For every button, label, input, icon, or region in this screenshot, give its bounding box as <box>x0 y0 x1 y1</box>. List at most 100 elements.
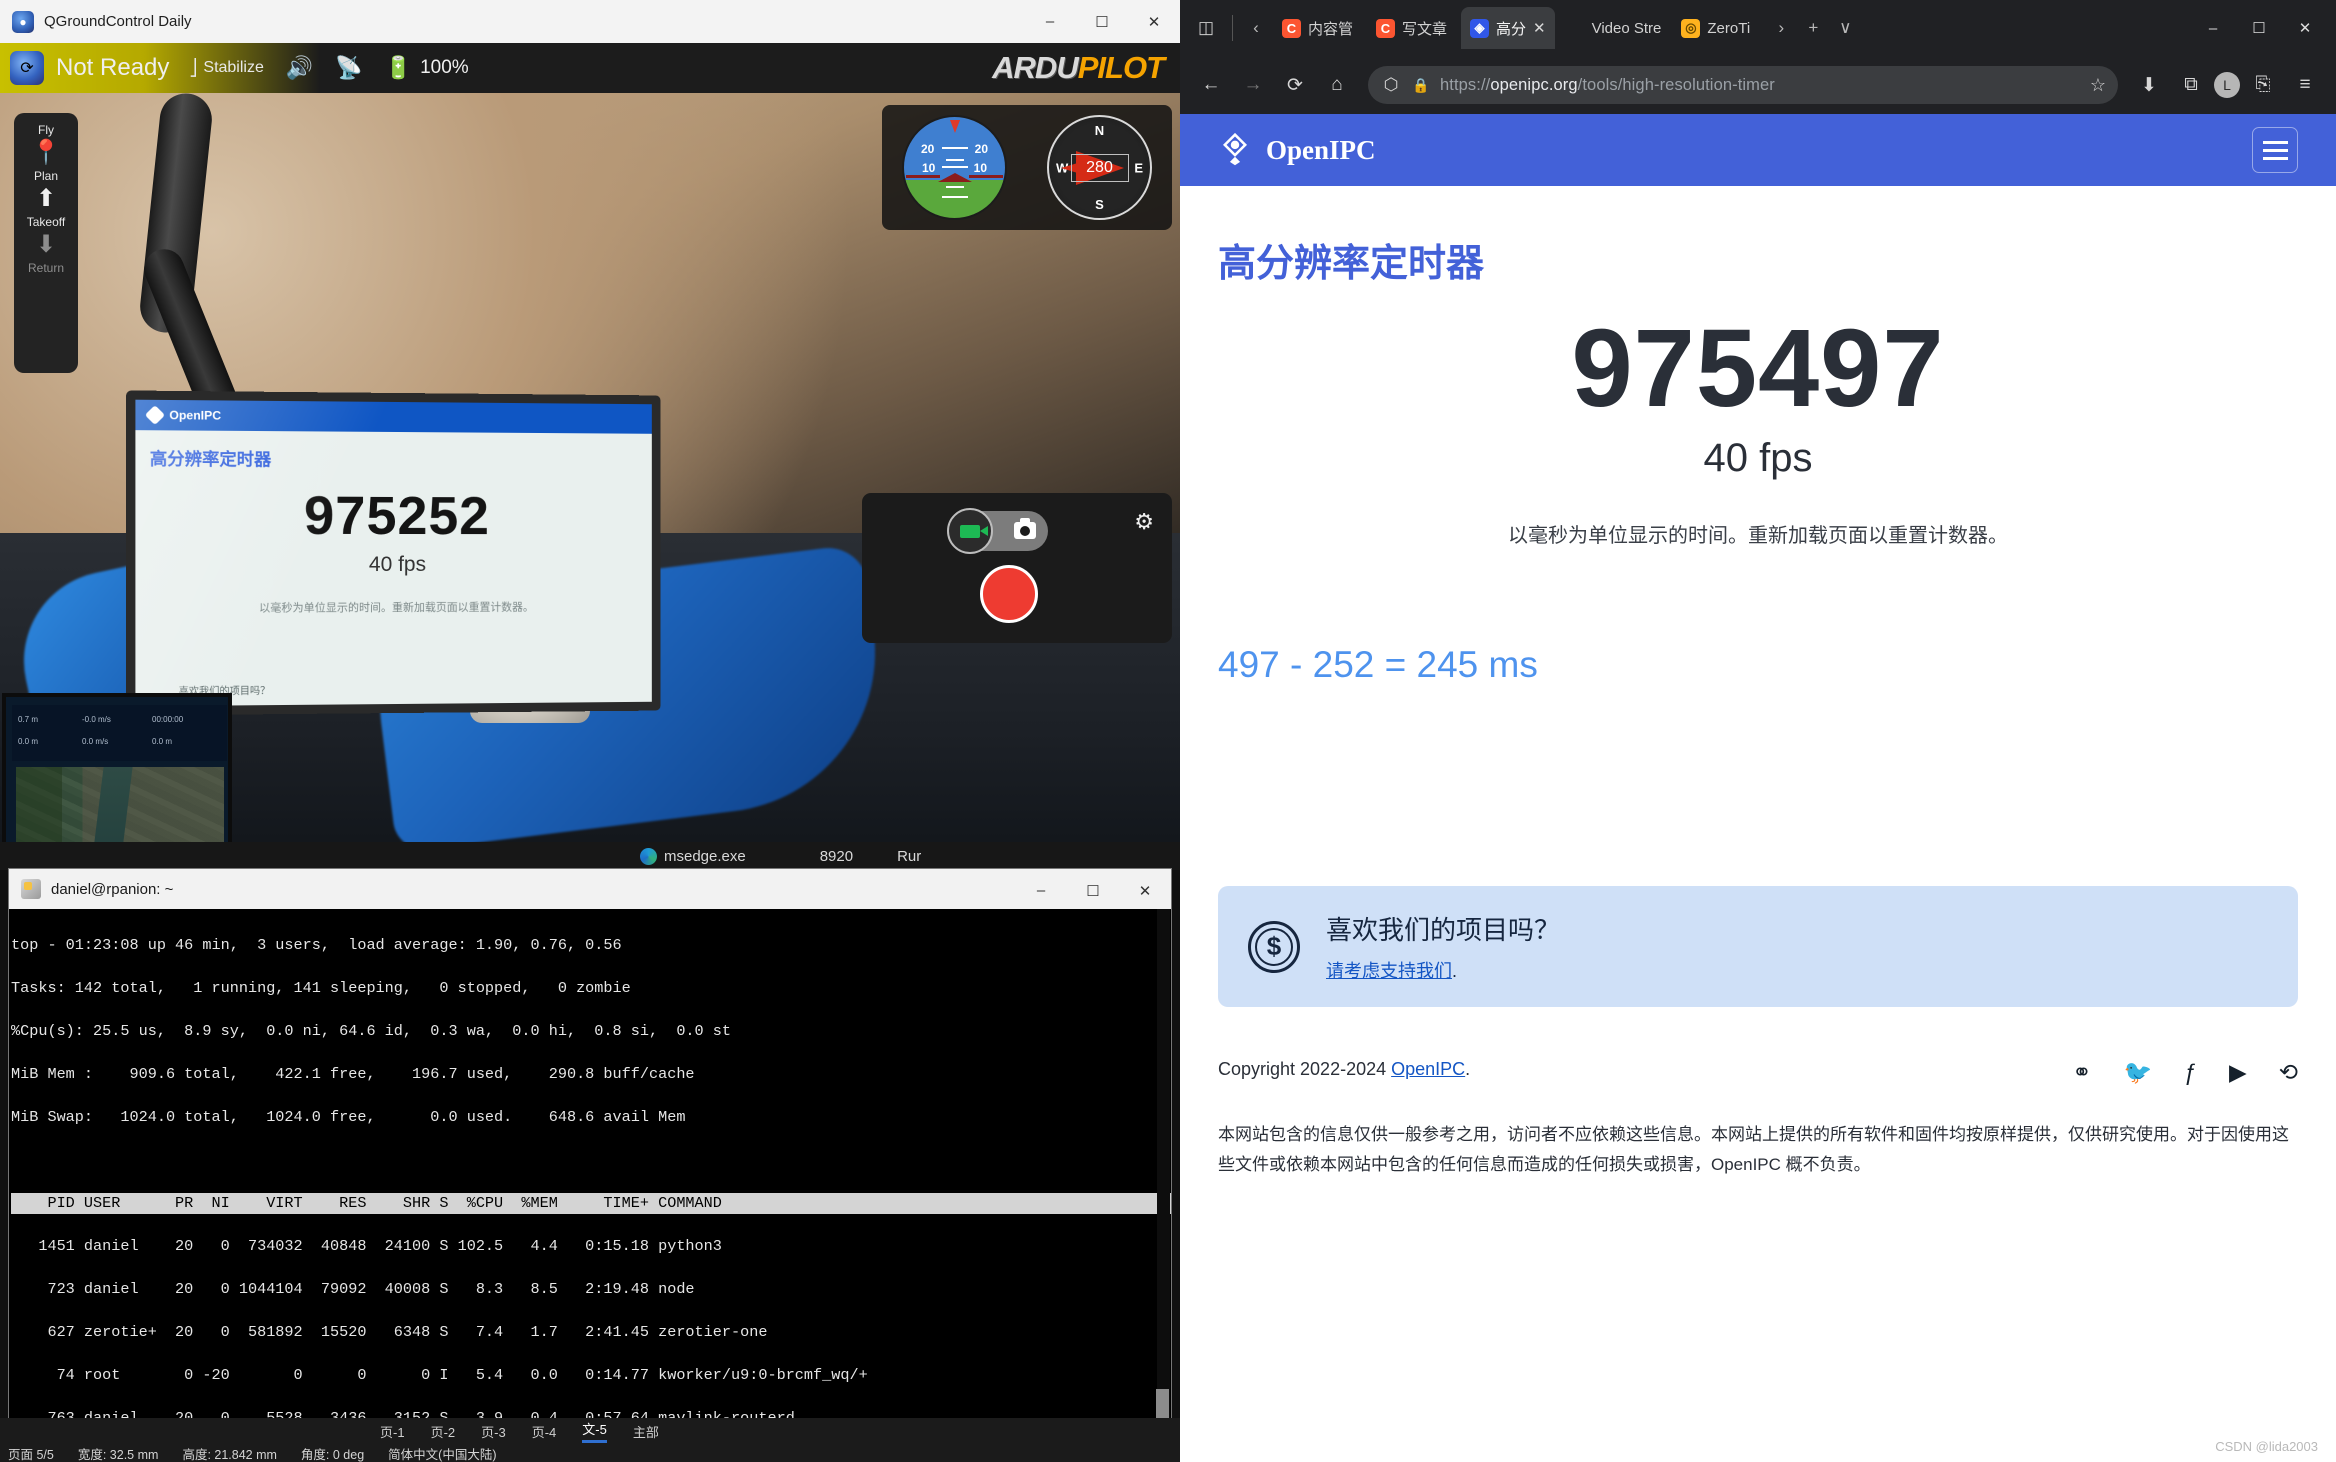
page-tab-main[interactable]: 主部 <box>633 1422 659 1441</box>
qgc-logo-icon[interactable]: ⟳ <box>10 51 44 85</box>
document-page-tabs: 页-1 页-2 页-3 页-4 文-5 主部 <box>0 1418 1180 1444</box>
home-icon[interactable]: ⌂ <box>1318 66 1356 104</box>
gear-icon[interactable]: ⚙ <box>1134 509 1154 535</box>
tab-video-stream[interactable]: Video Stre <box>1557 7 1671 49</box>
flight-mode-icon: ⎦ <box>189 60 198 77</box>
video-feed[interactable]: OpenIPC 高分辨率定时器 975252 40 fps 以毫秒为单位显示的时… <box>0 93 1180 863</box>
chevron-down-icon[interactable]: ∨ <box>1830 13 1860 43</box>
qgroundcontrol-window: ● QGroundControl Daily – ☐ ✕ ⟳ Not Ready… <box>0 0 1180 1462</box>
lock-icon[interactable]: 🔒 <box>1411 66 1431 104</box>
page-tab-2[interactable]: 页-2 <box>431 1422 456 1441</box>
telemetry-signal-icon[interactable]: 🔊 <box>286 57 313 79</box>
plan-button-label[interactable]: Plan <box>14 169 78 183</box>
filmed-page-heading: 高分辨率定时器 <box>149 449 272 470</box>
terminal-close-button[interactable]: ✕ <box>1119 869 1171 912</box>
workspaces-icon[interactable]: ◫ <box>1188 10 1224 46</box>
filmed-hud-line4: 0.0 m <box>18 737 39 746</box>
photo-camera-icon[interactable] <box>1014 518 1036 539</box>
page-tab-1[interactable]: 页-1 <box>380 1422 405 1441</box>
browser-minimize-button[interactable]: – <box>2190 7 2236 49</box>
terminal-maximize-button[interactable]: ☐ <box>1067 869 1119 912</box>
hamburger-icon[interactable] <box>2252 127 2298 173</box>
forward-icon[interactable]: → <box>1234 66 1272 104</box>
compass-heading-value: 280 <box>1070 153 1129 182</box>
fly-button-label[interactable]: Fly <box>14 123 78 137</box>
route-icon[interactable]: 📍 <box>14 139 78 167</box>
filmed-hud-line6: 0.0 m <box>152 737 173 746</box>
browser-tab-strip: ◫ ‹ C 内容管 C 写文章 ◈ 高分 ✕ Video Stre ◎ Zero… <box>1180 0 2336 56</box>
new-tab-button[interactable]: + <box>1798 13 1828 43</box>
qgc-close-button[interactable]: ✕ <box>1128 0 1180 43</box>
extensions-icon[interactable]: ⎘ <box>2244 66 2282 104</box>
page-tab-5[interactable]: 文-5 <box>582 1419 607 1443</box>
adi-label-10-right: 10 <box>973 161 987 176</box>
record-button[interactable] <box>980 565 1038 623</box>
tab-content-manager[interactable]: C 内容管 <box>1273 7 1365 49</box>
tab-write-article[interactable]: C 写文章 <box>1367 7 1459 49</box>
return-button-label[interactable]: Return <box>14 261 78 275</box>
terminal-minimize-button[interactable]: – <box>1015 869 1067 912</box>
openipc-brand-text: OpenIPC <box>1266 134 1376 165</box>
refresh-icon[interactable]: ⟳ <box>1276 66 1314 104</box>
video-mode-knob[interactable] <box>947 508 993 554</box>
telegram-icon[interactable]: ⟲ <box>2279 1059 2298 1086</box>
gps-disconnected-icon[interactable]: 📡 <box>335 57 362 79</box>
browser-close-button[interactable]: ✕ <box>2282 7 2328 49</box>
takeoff-icon[interactable]: ⬆ <box>14 185 78 213</box>
collections-icon[interactable]: ⧉ <box>2172 66 2210 104</box>
qgc-maximize-button[interactable]: ☐ <box>1076 0 1128 43</box>
profile-avatar[interactable]: L <box>2214 72 2240 98</box>
table-row: 627 zerotie+ 20 0 581892 15520 6348 S 7.… <box>11 1322 768 1341</box>
flight-action-strip: Fly 📍 Plan ⬆ Takeoff ⬇ Return <box>14 113 78 373</box>
document-status-bar: 页面 5/5 宽度: 32.5 mm 高度: 21.842 mm 角度: 0 d… <box>0 1444 1180 1462</box>
edge-browser-window: ◫ ‹ C 内容管 C 写文章 ◈ 高分 ✕ Video Stre ◎ Zero… <box>1180 0 2336 1462</box>
flight-mode-selector[interactable]: ⎦ Stabilize <box>189 58 263 78</box>
adi-roll-pointer <box>949 120 960 133</box>
github-icon[interactable]: ⚭ <box>2072 1059 2091 1086</box>
browser-window-controls: – ☐ ✕ <box>2190 7 2328 49</box>
csdn-icon: C <box>1282 18 1301 38</box>
camera-mode-toggle[interactable] <box>947 508 1048 554</box>
filmed-fps-value: 40 fps <box>368 553 427 577</box>
terminal-scrollbar[interactable] <box>1156 909 1170 1451</box>
adi-label-10-left: 10 <box>922 161 936 176</box>
battery-icon[interactable]: 🔋 <box>385 57 412 79</box>
terminal-window-title: daniel@rpanion: ~ <box>51 880 174 898</box>
attitude-indicator[interactable]: 20 20 10 10 <box>902 115 1007 220</box>
page-tab-4[interactable]: 页-4 <box>532 1422 557 1441</box>
terminal-output[interactable]: top - 01:23:08 up 46 min, 3 users, load … <box>9 909 1171 1441</box>
table-row: 723 daniel 20 0 1044104 79092 40008 S 8.… <box>11 1279 695 1298</box>
page-tab-3[interactable]: 页-3 <box>481 1422 506 1441</box>
back-icon[interactable]: ← <box>1192 66 1230 104</box>
tab-label: Video Stre <box>1591 19 1662 37</box>
address-bar[interactable]: ⬡ 🔒 https://openipc.org/tools/high-resol… <box>1368 66 2118 104</box>
tab-high-resolution-timer[interactable]: ◈ 高分 ✕ <box>1461 7 1555 49</box>
facebook-icon[interactable]: ƒ <box>2184 1059 2197 1086</box>
top-tasks-line: Tasks: 142 total, 1 running, 141 sleepin… <box>11 978 631 997</box>
top-mem-line: MiB Mem : 909.6 total, 422.1 free, 196.7… <box>11 1064 695 1083</box>
copyright-suffix: . <box>1465 1059 1471 1079</box>
favorite-star-icon[interactable]: ☆ <box>2090 75 2106 96</box>
tab-scroll-right-button[interactable]: › <box>1766 13 1796 43</box>
compass-indicator[interactable]: N S E W 280 <box>1047 115 1152 220</box>
qgc-minimize-button[interactable]: – <box>1024 0 1076 43</box>
donate-callout: $ 喜欢我们的项目吗？ 请考虑支持我们. <box>1218 886 2298 1007</box>
donate-link[interactable]: 请考虑支持我们 <box>1326 961 1452 981</box>
tab-scroll-left-button[interactable]: ‹ <box>1241 13 1271 43</box>
takeoff-button-label[interactable]: Takeoff <box>14 215 78 229</box>
settings-menu-icon[interactable]: ≡ <box>2286 66 2324 104</box>
return-icon[interactable]: ⬇ <box>14 231 78 259</box>
youtube-icon[interactable]: ▶ <box>2229 1059 2247 1086</box>
close-icon[interactable]: ✕ <box>1533 19 1546 37</box>
table-row: 74 root 0 -20 0 0 0 I 5.4 0.0 0:14.77 kw… <box>11 1365 868 1384</box>
top-header-line: top - 01:23:08 up 46 min, 3 users, load … <box>11 935 622 954</box>
disclaimer-text: 本网站包含的信息仅供一般参考之用，访问者不应依赖这些信息。本网站上提供的所有软件… <box>1218 1125 2289 1174</box>
copyright-link[interactable]: OpenIPC <box>1391 1059 1465 1079</box>
tab-zerotier[interactable]: ◎ ZeroTi <box>1672 7 1764 49</box>
browser-maximize-button[interactable]: ☐ <box>2236 7 2282 49</box>
tracking-prevention-icon[interactable]: ⬡ <box>1380 66 1402 104</box>
edge-process-icon <box>640 847 657 865</box>
twitter-icon[interactable]: 🐦 <box>2124 1059 2153 1086</box>
downloads-icon[interactable]: ⬇ <box>2130 66 2168 104</box>
openipc-brand[interactable]: OpenIPC <box>1218 132 1376 167</box>
